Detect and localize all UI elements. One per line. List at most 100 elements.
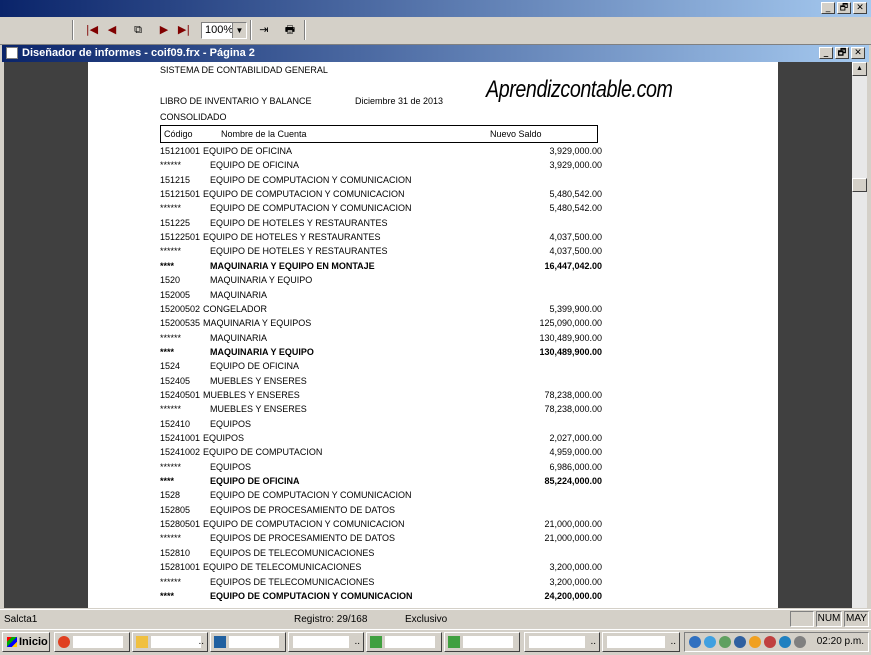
account-name: EQUIPO DE HOTELES Y RESTAURANTES <box>210 217 388 228</box>
system-title: SISTEMA DE CONTABILIDAD GENERAL <box>160 65 328 75</box>
table-row: **** MAQUINARIA Y EQUIPO EN MONTAJE 16,447… <box>160 259 602 273</box>
account-name: EQUIPO DE COMPUTACION Y COMUNICACION <box>203 189 405 200</box>
taskbar-item-label <box>73 636 123 648</box>
account-name: EQUIPOS DE TELECOMUNICACIONES <box>210 547 375 558</box>
taskbar-item[interactable] <box>366 632 442 652</box>
column-header-name: Nombre de la Cuenta <box>221 129 307 139</box>
account-name: CONGELADOR <box>203 303 268 314</box>
table-row: 15122501 EQUIPO DE HOTELES Y RESTAURANTES… <box>160 230 602 244</box>
account-code: 15281001 <box>160 562 201 573</box>
tray-app-icon[interactable] <box>719 636 731 648</box>
tray-network-icon[interactable] <box>689 636 701 648</box>
account-code: 151215 <box>160 174 191 185</box>
app-close-button[interactable]: ✕ <box>853 2 867 14</box>
tray-app-icon[interactable] <box>764 636 776 648</box>
tray-app-icon[interactable] <box>779 636 791 648</box>
account-name: MUEBLES Y ENSERES <box>210 404 307 415</box>
status-num: NUM <box>816 611 842 627</box>
go-to-page-icon[interactable]: ⧉ <box>128 21 148 39</box>
table-row: 152810 EQUIPOS DE TELECOMUNICACIONES <box>160 546 602 560</box>
taskbar-clock: 02:20 p.m. <box>816 636 864 647</box>
account-code: ****** <box>160 404 182 415</box>
zoom-select[interactable]: 100% ▼ <box>201 22 247 39</box>
tray-app-icon[interactable] <box>704 636 716 648</box>
taskbar-item[interactable] <box>54 632 130 652</box>
account-name: MUEBLES Y ENSERES <box>203 389 300 400</box>
close-preview-icon[interactable]: ⇥ <box>254 21 274 39</box>
account-name: EQUIPO DE OFICINA <box>210 361 300 372</box>
account-balance: 5,480,542.00 <box>549 189 602 200</box>
chevron-down-icon[interactable]: ▼ <box>232 23 246 38</box>
table-row: 15121001 EQUIPO DE OFICINA 3,929,000.00 <box>160 144 602 158</box>
account-code: 15240501 <box>160 389 201 400</box>
taskbar-item[interactable]: .. <box>288 632 364 652</box>
child-restore-button[interactable]: 🗗 <box>835 47 849 59</box>
account-code: 15200535 <box>160 318 201 329</box>
account-code: 15121501 <box>160 189 201 200</box>
taskbar-item[interactable] <box>210 632 286 652</box>
table-row: ****** MAQUINARIA 130,489,900.00 <box>160 331 602 345</box>
table-row: 15200535 MAQUINARIA Y EQUIPOS 125,090,000.… <box>160 316 602 330</box>
account-name: EQUIPO DE HOTELES Y RESTAURANTES <box>210 246 388 257</box>
scroll-up-icon[interactable]: ▲ <box>852 62 867 76</box>
report-scope: CONSOLIDADO <box>160 112 227 122</box>
account-balance: 130,489,900.00 <box>539 346 602 357</box>
spreadsheet-icon <box>448 636 460 648</box>
account-balance: 4,037,500.00 <box>549 246 602 257</box>
start-button[interactable]: Inicio <box>2 632 50 652</box>
account-code: ****** <box>160 576 182 587</box>
account-code: 152410 <box>160 418 191 429</box>
table-row: ****** EQUIPOS DE TELECOMUNICACIONES 3,200… <box>160 575 602 589</box>
taskbar-item-label <box>385 636 435 648</box>
account-code: ****** <box>160 332 182 343</box>
taskbar-item[interactable]: .. <box>132 632 208 652</box>
account-code: **** <box>160 590 175 601</box>
account-name: MAQUINARIA <box>210 332 268 343</box>
tray-app-icon[interactable] <box>734 636 746 648</box>
tray-app-icon[interactable] <box>794 636 806 648</box>
account-name: MAQUINARIA Y EQUIPOS <box>203 318 312 329</box>
account-balance: 3,200,000.00 <box>549 562 602 573</box>
account-name: MAQUINARIA Y EQUIPO EN MONTAJE <box>210 260 375 271</box>
account-name: EQUIPO DE COMPUTACION Y COMUNICACION <box>210 590 413 601</box>
account-code: 152405 <box>160 375 191 386</box>
table-row: ****** EQUIPOS 6,986,000.00 <box>160 460 602 474</box>
taskbar-item-label <box>151 636 201 648</box>
vertical-scrollbar[interactable]: ▲ <box>852 62 867 608</box>
taskbar-item[interactable]: .. <box>524 632 600 652</box>
child-minimize-button[interactable]: _ <box>819 47 833 59</box>
scroll-thumb[interactable] <box>852 178 867 192</box>
print-icon[interactable]: 🖶 <box>280 21 300 39</box>
app-restore-button[interactable]: 🗗 <box>837 2 851 14</box>
taskbar-item-label <box>463 636 513 648</box>
taskbar-item[interactable]: .. <box>602 632 680 652</box>
column-header-balance: Nuevo Saldo <box>490 129 542 139</box>
toolbar-separator <box>72 20 74 40</box>
tray-app-icon[interactable] <box>749 636 761 648</box>
table-row: 15241001 EQUIPOS 2,027,000.00 <box>160 431 602 445</box>
account-code: ****** <box>160 461 182 472</box>
account-code: ****** <box>160 246 182 257</box>
account-name: EQUIPO DE COMPUTACION Y COMUNICACION <box>210 490 412 501</box>
account-code: 152805 <box>160 504 191 515</box>
account-code: 15122501 <box>160 232 201 243</box>
report-page: SISTEMA DE CONTABILIDAD GENERAL LIBRO DE… <box>88 62 778 608</box>
app-window-controls: _ 🗗 ✕ <box>821 2 867 14</box>
taskbar-item-label <box>229 636 279 648</box>
toolbar-separator <box>250 20 252 40</box>
account-code: 1524 <box>160 361 181 372</box>
child-close-button[interactable]: ✕ <box>851 47 865 59</box>
next-page-icon[interactable]: ▶ <box>154 21 174 39</box>
account-name: EQUIPO DE OFICINA <box>203 146 293 156</box>
table-row: 152405 MUEBLES Y ENSERES <box>160 374 602 388</box>
account-name: EQUIPO DE COMPUTACION <box>203 447 323 458</box>
first-page-icon[interactable]: |◀ <box>82 21 102 39</box>
toolbar-separator <box>304 20 306 40</box>
taskbar-item[interactable] <box>444 632 520 652</box>
account-code: ****** <box>160 203 182 214</box>
app-minimize-button[interactable]: _ <box>821 2 835 14</box>
column-header-box: Código Nombre de la Cuenta Nuevo Saldo <box>160 125 598 143</box>
last-page-icon[interactable]: ▶| <box>174 21 194 39</box>
prev-page-icon[interactable]: ◀ <box>102 21 122 39</box>
account-balance: 24,200,000.00 <box>544 590 602 601</box>
